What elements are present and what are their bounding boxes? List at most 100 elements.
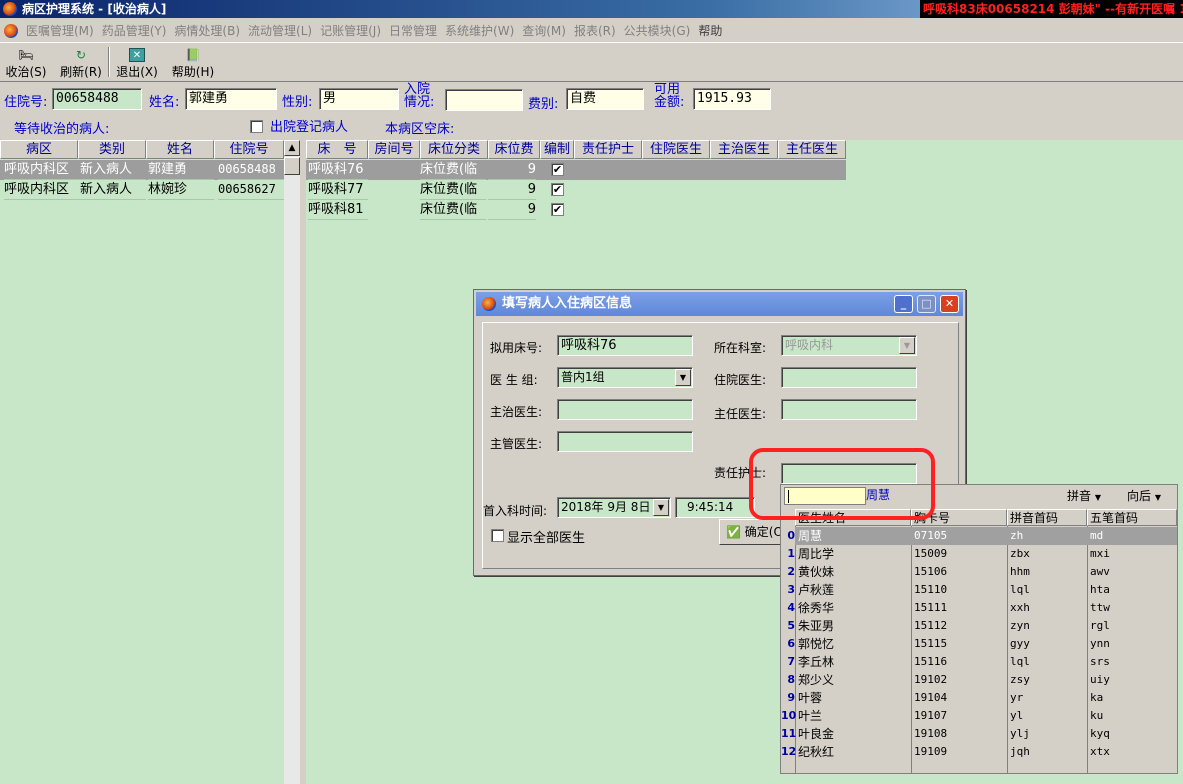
sex-label: 性别: bbox=[282, 95, 313, 110]
refresh-button[interactable]: ↻ 刷新(R) bbox=[58, 46, 104, 80]
dialog-title-bar[interactable]: 填写病人入住病区信息 _ □ ✕ bbox=[476, 292, 963, 316]
table-row[interactable]: 呼吸内科区 新入病人 郭建勇 00658488 bbox=[0, 160, 284, 180]
supervisor-field[interactable] bbox=[557, 431, 693, 452]
resident-label: 住院医生: bbox=[714, 373, 767, 387]
menu-billing[interactable]: 记账管理(J) bbox=[318, 23, 387, 39]
doctor-list-item[interactable]: 6 郭悦忆 15115 gyy ynn bbox=[781, 635, 1177, 653]
discharged-label: 出院登记病人 bbox=[270, 120, 349, 135]
menu-query[interactable]: 查询(M) bbox=[520, 23, 572, 39]
doctor-list-item[interactable]: 2 黄伙妹 15106 hhm awv bbox=[781, 563, 1177, 581]
doctor-list-item[interactable]: 4 徐秀华 15111 xxh ttw bbox=[781, 599, 1177, 617]
attending-field[interactable] bbox=[557, 399, 693, 420]
col-attending[interactable]: 主治医生 bbox=[710, 140, 778, 159]
chevron-down-icon[interactable]: ▼ bbox=[675, 369, 691, 386]
toolbar-separator bbox=[108, 47, 110, 77]
scroll-up-icon[interactable]: ▲ bbox=[284, 140, 300, 156]
check-icon: ✅ bbox=[726, 525, 741, 539]
doctor-list-item[interactable]: 12 纪秋红 19109 jqh xtx bbox=[781, 743, 1177, 761]
col-bed-fee[interactable]: 床位费 bbox=[488, 140, 540, 159]
table-row[interactable]: 呼吸科77 床位费(临 9 ✔ bbox=[306, 180, 846, 200]
menu-daily[interactable]: 日常管理 bbox=[387, 23, 443, 39]
close-icon[interactable]: ✕ bbox=[940, 295, 959, 313]
doctor-list-item[interactable]: 0 周慧 07105 zh md bbox=[781, 527, 1177, 545]
col-type[interactable]: 类别 bbox=[78, 140, 146, 159]
date-picker[interactable]: 2018年 9月 8日 ▼ bbox=[557, 497, 671, 518]
scroll-thumb[interactable] bbox=[284, 157, 300, 175]
col-inpatient-no[interactable]: 住院号 bbox=[214, 140, 284, 159]
col-resident[interactable]: 住院医生 bbox=[642, 140, 710, 159]
table-row[interactable]: 呼吸科76 床位费(临 9 ✔ bbox=[306, 160, 846, 180]
highlight-annotation bbox=[749, 448, 935, 520]
name-field[interactable]: 郭建勇 bbox=[185, 88, 277, 110]
show-all-doctors-checkbox[interactable] bbox=[491, 529, 504, 542]
help-book-icon: 📗 bbox=[185, 48, 201, 62]
patients-scrollbar[interactable]: ▲ bbox=[284, 140, 300, 784]
staffed-checkbox[interactable]: ✔ bbox=[551, 163, 564, 176]
staffed-checkbox[interactable]: ✔ bbox=[551, 183, 564, 196]
waiting-patients-grid: 病区 类别 姓名 住院号 呼吸内科区 新入病人 郭建勇 00658488 呼吸内… bbox=[0, 140, 300, 784]
pinyin-mode-select[interactable]: 拼音 ▼ bbox=[1067, 488, 1101, 506]
minimize-icon[interactable]: _ bbox=[894, 295, 913, 313]
resident-field[interactable] bbox=[781, 367, 917, 388]
col-chief[interactable]: 主任医生 bbox=[778, 140, 846, 159]
chevron-down-icon[interactable]: ▼ bbox=[653, 499, 669, 516]
table-row[interactable]: 呼吸内科区 新入病人 林婉珍 00658627 bbox=[0, 180, 284, 200]
col-ward[interactable]: 病区 bbox=[0, 140, 78, 159]
doctor-list-item[interactable]: 1 周比学 15009 zbx mxi bbox=[781, 545, 1177, 563]
doctor-list-item[interactable]: 10 叶兰 19107 yl ku bbox=[781, 707, 1177, 725]
menu-flow[interactable]: 流动管理(L) bbox=[246, 23, 318, 39]
chevron-down-icon: ▼ bbox=[1094, 493, 1101, 502]
menu-reports[interactable]: 报表(R) bbox=[572, 23, 622, 39]
dialog-title: 填写病人入住病区信息 bbox=[502, 296, 633, 311]
col-bed-category[interactable]: 床位分类 bbox=[420, 140, 488, 159]
doctor-list-item[interactable]: 7 李丘林 15116 lql srs bbox=[781, 653, 1177, 671]
col-nurse[interactable]: 责任护士 bbox=[574, 140, 642, 159]
menu-help[interactable]: 帮助 bbox=[696, 23, 728, 39]
chevron-down-icon: ▼ bbox=[1154, 493, 1161, 502]
menu-drugs[interactable]: 药品管理(Y) bbox=[100, 23, 173, 39]
dept-label: 所在科室: bbox=[714, 341, 767, 355]
menu-public[interactable]: 公共模块(G) bbox=[622, 23, 697, 39]
sex-field[interactable]: 男 bbox=[319, 88, 399, 110]
balance-field[interactable]: 1915.93 bbox=[693, 88, 771, 110]
direction-select[interactable]: 向后 ▼ bbox=[1127, 488, 1161, 506]
menu-conditions[interactable]: 病情处理(B) bbox=[172, 23, 246, 39]
doctor-list-item[interactable]: 9 叶蓉 19104 yr ka bbox=[781, 689, 1177, 707]
col-room[interactable]: 房间号 bbox=[368, 140, 420, 159]
discharged-checkbox[interactable] bbox=[250, 120, 263, 133]
dialog-logo-icon bbox=[482, 297, 496, 311]
inpatient-no-label: 住院号: bbox=[4, 95, 48, 110]
dept-select[interactable]: 呼吸内科 ▼ bbox=[781, 335, 917, 356]
col-pinyin[interactable]: 拼音首码 bbox=[1007, 509, 1087, 526]
staffed-checkbox[interactable]: ✔ bbox=[551, 203, 564, 216]
fee-field[interactable]: 自费 bbox=[566, 88, 644, 110]
col-bed[interactable]: 床 号 bbox=[306, 140, 368, 159]
exit-button[interactable]: ✕ 退出(X) bbox=[114, 46, 160, 80]
doctor-list-item[interactable]: 11 叶良金 19108 ylj kyq bbox=[781, 725, 1177, 743]
doctor-list: 医生姓名 胸卡号 拼音首码 五笔首码 0 周慧 07105 zh md 1 周比学 15009… bbox=[781, 509, 1177, 773]
col-name[interactable]: 姓名 bbox=[146, 140, 214, 159]
doctor-list-item[interactable]: 8 郑少义 19102 zsy uiy bbox=[781, 671, 1177, 689]
col-staffed[interactable]: 编制 bbox=[540, 140, 574, 159]
menu-orders[interactable]: 医嘱管理(M) bbox=[24, 23, 100, 39]
time-field[interactable]: 9:45:14 bbox=[675, 497, 755, 518]
inpatient-no-field[interactable]: 00658488 bbox=[52, 88, 142, 110]
col-wubi[interactable]: 五笔首码 bbox=[1087, 509, 1177, 526]
menu-logo-icon[interactable] bbox=[4, 24, 18, 38]
group-label: 医 生 组: bbox=[490, 373, 538, 387]
doctor-list-item[interactable]: 3 卢秋莲 15110 lql hta bbox=[781, 581, 1177, 599]
doctor-list-item[interactable]: 5 朱亚男 15112 zyn rgl bbox=[781, 617, 1177, 635]
chief-field[interactable] bbox=[781, 399, 917, 420]
admission-field[interactable] bbox=[445, 89, 523, 111]
show-all-doctors-label: 显示全部医生 bbox=[507, 531, 586, 546]
group-select[interactable]: 普内1组 ▼ bbox=[557, 367, 693, 388]
bed-field[interactable]: 呼吸科76 bbox=[557, 335, 693, 356]
balance-label: 可用 金额: bbox=[654, 82, 685, 110]
table-row[interactable]: 呼吸科81 床位费(临 9 ✔ bbox=[306, 200, 846, 220]
menu-system[interactable]: 系统维护(W) bbox=[443, 23, 520, 39]
chevron-down-icon[interactable]: ▼ bbox=[899, 337, 915, 354]
admit-button[interactable]: 🛏 收治(S) bbox=[4, 46, 48, 80]
help-button[interactable]: 📗 帮助(H) bbox=[170, 46, 216, 80]
patient-info-form: 住院号: 00658488 姓名: 郭建勇 性别: 男 入院 情况: 费别: 自费… bbox=[0, 83, 1183, 139]
maximize-icon[interactable]: □ bbox=[917, 295, 936, 313]
